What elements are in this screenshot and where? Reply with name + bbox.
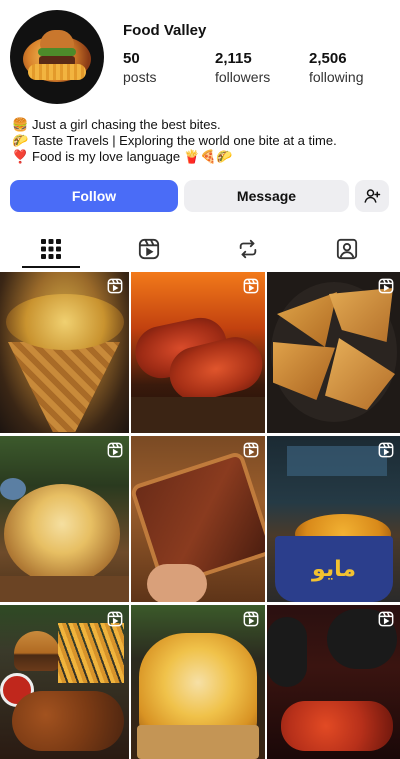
bread-bowl xyxy=(4,484,120,584)
grid-tile-pizza-slices[interactable] xyxy=(267,272,400,433)
reel-badge-icon xyxy=(107,442,123,458)
profile-avatar[interactable] xyxy=(10,10,104,104)
wings xyxy=(12,691,124,751)
bio-line: ❣️ Food is my love language 🍟🍕🌮 xyxy=(12,149,337,165)
tab-reels[interactable] xyxy=(120,228,178,270)
profile-username: Food Valley xyxy=(123,22,207,39)
stat-following-label: following xyxy=(309,69,364,85)
stat-followers-value: 2,115 xyxy=(215,50,252,67)
taco-emoji-icon: 🌮 xyxy=(12,133,29,148)
grid-icon xyxy=(41,239,61,259)
reel-badge-icon xyxy=(243,442,259,458)
bucket: مايو xyxy=(275,536,393,602)
avatar-burger-bun xyxy=(40,30,74,50)
hand xyxy=(147,564,207,602)
board xyxy=(0,576,129,602)
tab-active-indicator xyxy=(22,266,80,268)
black-glove-left xyxy=(267,617,307,687)
grid-tile-bread-bowl-cheese[interactable] xyxy=(0,436,129,602)
avatar-burger-lettuce xyxy=(38,48,76,56)
reel-badge-icon xyxy=(243,278,259,294)
add-user-icon xyxy=(364,189,381,203)
stat-posts-value: 50 xyxy=(123,50,140,67)
stat-followers-label: followers xyxy=(215,69,271,85)
stat-following-value: 2,506 xyxy=(309,50,347,67)
paper-tray xyxy=(137,725,259,759)
cheese-topping xyxy=(6,294,124,350)
stat-posts-label: posts xyxy=(123,69,157,85)
grid-tile-cheesy-fries[interactable] xyxy=(131,605,265,759)
bio-line-text: Taste Travels | Exploring the world one … xyxy=(32,133,337,148)
background-screen xyxy=(287,446,387,476)
grid-tile-fries-bucket-maybo[interactable]: مايو xyxy=(267,436,400,602)
burger xyxy=(14,631,60,671)
stat-followers[interactable]: 2,115 followers xyxy=(215,50,270,85)
red-wings xyxy=(281,701,393,751)
reel-badge-icon xyxy=(107,611,123,627)
follow-button[interactable]: Follow xyxy=(10,180,178,212)
repost-icon xyxy=(239,239,257,259)
grid-tile-grilled-hotdogs[interactable] xyxy=(131,272,265,433)
grid-tile-burger-wings-platter[interactable] xyxy=(0,605,129,759)
grid-tile-loaded-fries-cone[interactable] xyxy=(0,272,129,433)
profile-tabs xyxy=(0,228,400,270)
reel-badge-icon xyxy=(107,278,123,294)
bio-line: 🍔 Just a girl chasing the best bites. xyxy=(12,117,337,133)
profile-bio: 🍔 Just a girl chasing the best bites. 🌮 Ta… xyxy=(12,117,337,165)
grid-tile-spicy-wings[interactable] xyxy=(267,605,400,759)
cone-shape xyxy=(8,342,120,432)
stat-following[interactable]: 2,506 following xyxy=(309,50,363,85)
reel-badge-icon xyxy=(378,442,394,458)
reel-badge-icon xyxy=(243,611,259,627)
reels-icon xyxy=(138,238,160,260)
tab-grid[interactable] xyxy=(22,228,80,270)
add-user-button[interactable] xyxy=(355,180,389,212)
tab-reposts[interactable] xyxy=(219,228,277,270)
tab-tagged[interactable] xyxy=(318,228,376,270)
reel-badge-icon xyxy=(378,278,394,294)
message-button[interactable]: Message xyxy=(184,180,349,212)
avatar-fries xyxy=(28,64,86,80)
stat-posts[interactable]: 50 posts xyxy=(123,50,156,85)
wood-board xyxy=(131,397,265,433)
burger-emoji-icon: 🍔 xyxy=(12,117,29,132)
reel-badge-icon xyxy=(378,611,394,627)
bio-line-text: Just a girl chasing the best bites. xyxy=(32,117,221,132)
bio-line: 🌮 Taste Travels | Exploring the world one… xyxy=(12,133,337,149)
bio-line-text: Food is my love language 🍟🍕🌮 xyxy=(32,149,233,164)
fries xyxy=(58,623,124,683)
grid-tile-saucy-toast[interactable] xyxy=(131,436,265,602)
heart-emoji-icon: ❣️ xyxy=(12,149,29,164)
bucket-label: مايو xyxy=(312,556,356,582)
tagged-icon xyxy=(336,238,358,260)
